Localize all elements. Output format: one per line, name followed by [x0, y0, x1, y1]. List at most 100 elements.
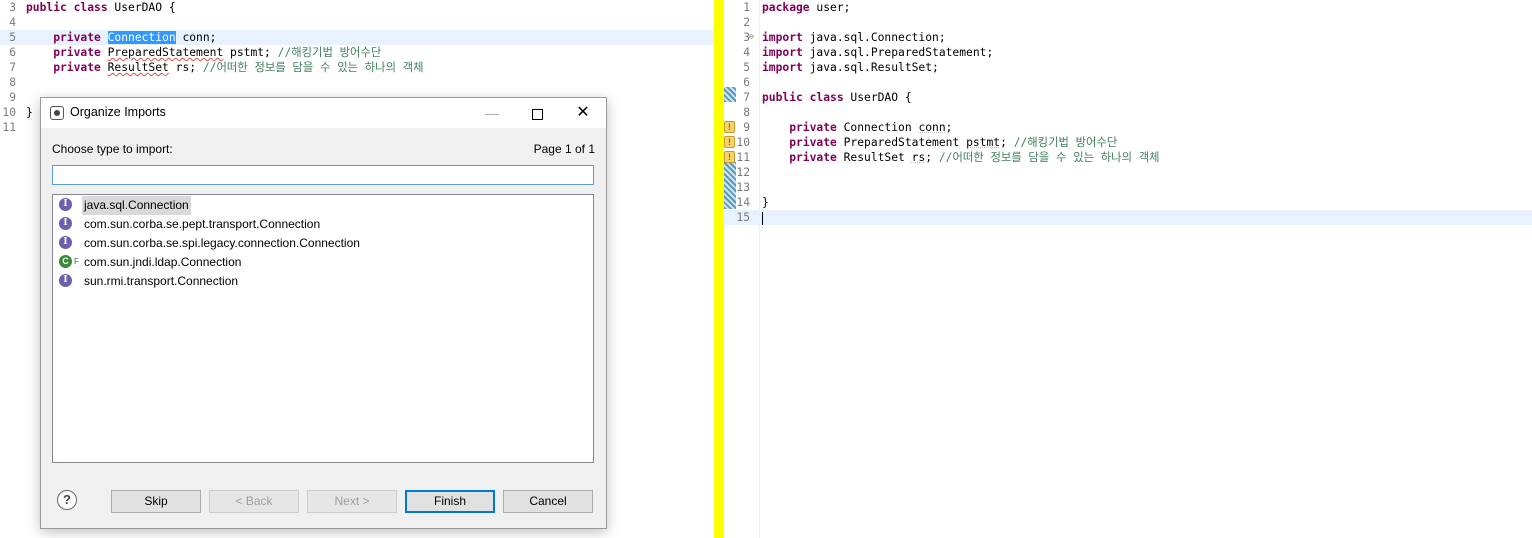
line-number: 11	[2, 121, 16, 134]
maximize-icon[interactable]	[514, 98, 560, 128]
type-list-item[interactable]: F Ccom.sun.jndi.ldap.Connection	[53, 253, 593, 272]
code-line[interactable]: ! 10 private PreparedStatement pstmt; //해…	[724, 135, 1532, 150]
code-token: }	[762, 196, 769, 209]
type-list-item[interactable]: Icom.sun.corba.se.spi.legacy.connection.…	[53, 234, 593, 253]
code-line[interactable]: ! 11 private ResultSet rs; //어떠한 정보를 담을 수…	[724, 150, 1532, 165]
line-number: 6	[9, 46, 16, 59]
code-token: }	[26, 106, 33, 119]
code-line[interactable]: 12	[724, 165, 1532, 180]
code-line[interactable]: 8	[724, 105, 1532, 120]
type-name: java.sql.Connection	[82, 196, 191, 215]
code-token: user;	[816, 1, 851, 14]
line-code: private PreparedStatement pstmt; //해킹기법 …	[26, 45, 381, 60]
line-number: 11	[736, 151, 750, 164]
line-number: 2	[743, 16, 750, 29]
line-code: private Connection conn;	[762, 120, 952, 135]
code-token: rs	[911, 151, 926, 164]
code-line[interactable]: 8	[0, 75, 714, 90]
interface-icon: I	[59, 236, 72, 249]
split-divider[interactable]	[714, 0, 724, 538]
finish-button[interactable]: Finish	[405, 490, 495, 513]
help-icon[interactable]: ?	[57, 490, 77, 510]
next-button[interactable]: Next >	[307, 490, 397, 513]
code-token: pstmt	[966, 136, 1001, 149]
code-line[interactable]: 7 private ResultSet rs; //어떠한 정보를 담을 수 있…	[0, 60, 714, 75]
code-token: ResultSet	[107, 61, 169, 74]
code-line[interactable]: 5 import java.sql.ResultSet;	[724, 60, 1532, 75]
line-number: 6	[743, 76, 750, 89]
line-number: 3	[743, 31, 750, 44]
code-token: ;	[925, 151, 939, 164]
line-number: 12	[736, 166, 750, 179]
code-token: package	[762, 1, 817, 14]
back-button[interactable]: < Back	[209, 490, 299, 513]
minimize-icon[interactable]: —	[469, 98, 515, 128]
close-icon[interactable]: ✕	[560, 98, 606, 128]
line-number: 1	[743, 1, 750, 14]
skip-button[interactable]: Skip	[111, 490, 201, 513]
line-code: public class UserDAO {	[762, 90, 912, 105]
code-line[interactable]: ! 9 private Connection conn;	[724, 120, 1532, 135]
line-number: 8	[743, 106, 750, 119]
line-code: package user;	[762, 0, 850, 15]
final-modifier-icon: F	[74, 257, 79, 266]
line-number: 15	[736, 211, 750, 224]
type-filter-input[interactable]	[52, 165, 594, 185]
type-list-item[interactable]: Ijava.sql.Connection	[53, 196, 593, 215]
line-code: }	[26, 105, 33, 120]
code-line[interactable]: 5 private Connection conn;	[0, 30, 714, 45]
code-line[interactable]: 6 private PreparedStatement pstmt; //해킹기…	[0, 45, 714, 60]
code-token: ;	[1000, 136, 1014, 149]
line-code: public class UserDAO {	[26, 0, 176, 15]
code-token: //해킹기법 방어수단	[277, 46, 382, 59]
organize-imports-icon	[50, 106, 64, 120]
code-token: //어떠한 정보를 담을 수 있는 하나의 객체	[202, 61, 424, 74]
code-line[interactable]: 14}	[724, 195, 1532, 210]
code-token: Connection	[107, 31, 176, 44]
code-line[interactable]: 3 ⊖ import java.sql.Connection;	[724, 30, 1532, 45]
interface-icon: I	[59, 198, 72, 211]
code-token: private	[26, 61, 108, 74]
type-list-item[interactable]: Icom.sun.corba.se.pept.transport.Connect…	[53, 215, 593, 234]
code-token: PreparedStatement	[843, 136, 967, 149]
dialog-title-bar[interactable]: Organize Imports — ✕	[41, 98, 606, 128]
type-name: com.sun.corba.se.pept.transport.Connecti…	[84, 217, 321, 231]
right-editor[interactable]: 1 package user; 2 3 ⊖ import java.sql.Connect…	[724, 0, 1532, 538]
line-code: }	[762, 195, 769, 210]
code-line[interactable]: 6	[724, 75, 1532, 90]
code-token: java.sql.Connection;	[809, 31, 946, 44]
code-token: public class	[26, 1, 115, 14]
code-line[interactable]: 4	[0, 15, 714, 30]
line-number: 9	[9, 91, 16, 104]
code-token: Connection	[843, 121, 919, 134]
line-number: 10	[736, 136, 750, 149]
line-code: import java.sql.Connection;	[762, 30, 946, 45]
code-line[interactable]: 13	[724, 180, 1532, 195]
code-line[interactable]: 2	[724, 15, 1532, 30]
code-token: ;	[945, 121, 953, 134]
code-line[interactable]: 3 public class UserDAO {	[0, 0, 714, 15]
fold-collapse-icon[interactable]: ⊖	[749, 33, 754, 41]
cancel-button[interactable]: Cancel	[503, 490, 593, 513]
line-code: private ResultSet rs; //어떠한 정보를 담을 수 있는 …	[26, 60, 424, 75]
type-name: sun.rmi.transport.Connection	[84, 274, 239, 288]
code-token: UserDAO {	[850, 91, 912, 104]
code-line[interactable]: 4 import java.sql.PreparedStatement;	[724, 45, 1532, 60]
line-code: import java.sql.PreparedStatement;	[762, 45, 993, 60]
code-token: pstmt;	[223, 46, 278, 59]
code-token: PreparedStatement	[107, 46, 224, 59]
type-list[interactable]: Ijava.sql.Connection Icom.sun.corba.se.pe…	[52, 194, 594, 463]
code-token: conn;	[175, 31, 217, 44]
code-token: //어떠한 정보를 담을 수 있는 하나의 객체	[938, 151, 1160, 164]
type-list-item[interactable]: Isun.rmi.transport.Connection	[53, 272, 593, 291]
code-line[interactable]: 1 package user;	[724, 0, 1532, 15]
code-token: private	[762, 121, 844, 134]
code-token: private	[26, 46, 108, 59]
line-number: 8	[9, 76, 16, 89]
code-token: java.sql.PreparedStatement;	[809, 46, 994, 59]
code-line[interactable]: 7 public class UserDAO {	[724, 90, 1532, 105]
code-line[interactable]: 15	[724, 210, 1532, 225]
page-indicator: Page 1 of 1	[533, 142, 595, 156]
final-class-icon: C	[59, 255, 72, 268]
line-number: 4	[743, 46, 750, 59]
